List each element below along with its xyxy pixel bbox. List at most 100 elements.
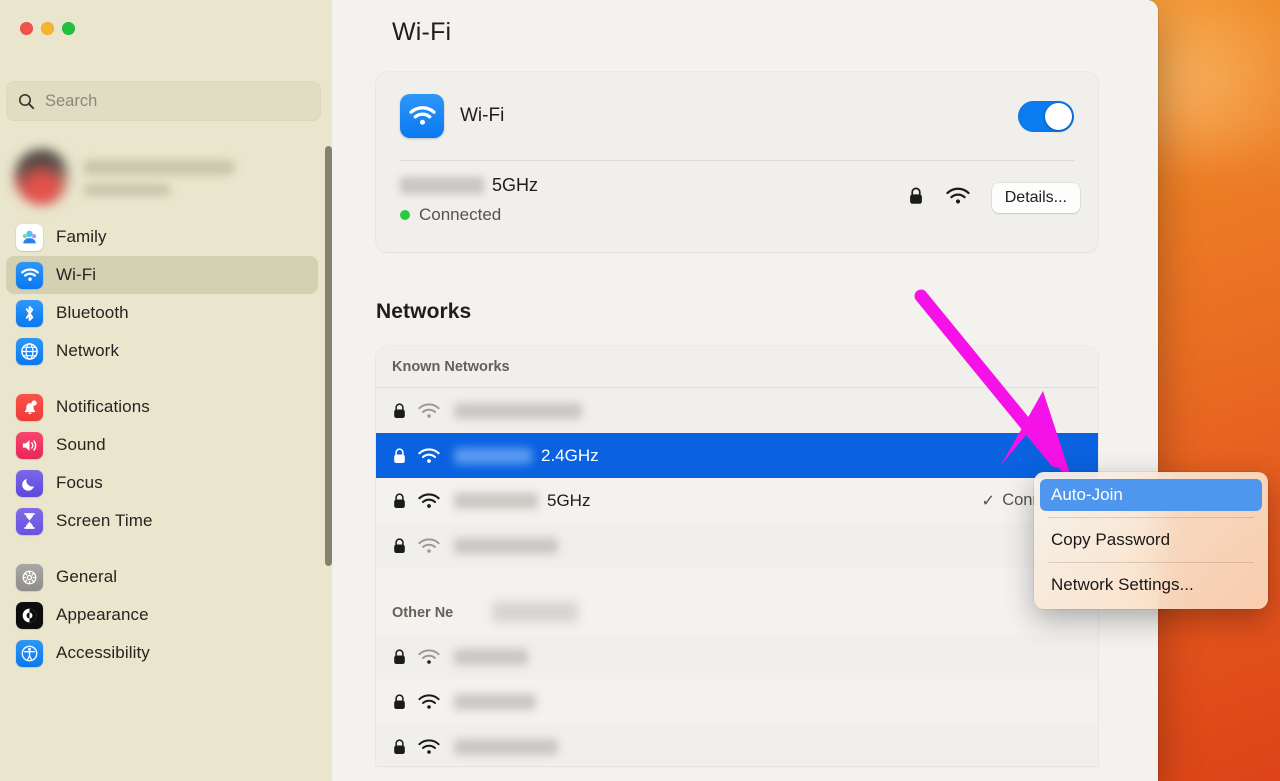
wifi-card: Wi-Fi 5GHz Connected Details... <box>376 72 1098 252</box>
wifi-signal-icon <box>418 648 454 665</box>
network-name-redacted <box>454 537 558 554</box>
speaker-icon <box>16 431 43 459</box>
wifi-icon <box>400 94 444 138</box>
sidebar-item-sound[interactable]: Sound <box>6 426 318 464</box>
lock-icon <box>392 447 418 465</box>
table-row[interactable]: 5GHz ✓ Connected <box>376 478 1098 523</box>
menu-item-network-settings[interactable]: Network Settings... <box>1040 569 1262 601</box>
bell-icon <box>16 393 43 421</box>
sidebar-nav: Family Wi-Fi Bluetooth Network Notificat… <box>6 218 318 672</box>
sidebar-item-wifi[interactable]: Wi-Fi <box>6 256 318 294</box>
check-icon: ✓ <box>981 491 996 510</box>
globe-icon <box>16 337 43 365</box>
account-name-redacted <box>84 158 234 196</box>
nav-group-divider-2 <box>6 540 318 558</box>
main-content: Wi-Fi Wi-Fi 5GHz Connected Details... Ne… <box>332 0 1158 781</box>
lock-icon <box>392 648 418 666</box>
wifi-label: Wi-Fi <box>460 105 505 126</box>
search-input[interactable] <box>45 91 309 111</box>
sidebar-item-notifications[interactable]: Notifications <box>6 388 318 426</box>
network-band: 2.4GHz <box>541 445 599 465</box>
network-name-redacted <box>454 738 558 755</box>
section-spacer <box>376 568 1098 592</box>
sidebar-item-label: Bluetooth <box>56 303 129 322</box>
avatar <box>14 149 70 205</box>
sidebar-item-label: Appearance <box>56 605 149 624</box>
sidebar-item-general[interactable]: General <box>6 558 318 596</box>
family-icon <box>16 223 43 251</box>
toggle-knob <box>1045 102 1072 130</box>
wifi-icon <box>16 261 43 289</box>
status-label: Connected <box>419 205 502 224</box>
window-controls[interactable] <box>20 22 75 35</box>
known-networks-header: Known Networks <box>376 346 1098 388</box>
table-row[interactable] <box>376 634 1098 679</box>
close-button[interactable] <box>20 22 33 35</box>
networks-heading: Networks <box>376 300 472 323</box>
sidebar-item-accessibility[interactable]: Accessibility <box>6 634 318 672</box>
wifi-signal-icon <box>418 537 454 554</box>
accessibility-icon <box>16 639 43 667</box>
sidebar-item-focus[interactable]: Focus <box>6 464 318 502</box>
menu-separator <box>1048 562 1254 563</box>
lock-icon <box>392 693 418 711</box>
wifi-signal-icon <box>418 492 454 509</box>
known-networks-label: Known Networks <box>392 358 510 375</box>
network-name-redacted <box>454 693 536 710</box>
wifi-signal-icon <box>418 402 454 419</box>
lock-icon <box>392 402 418 420</box>
lock-icon <box>392 738 418 756</box>
sidebar-item-label: General <box>56 567 118 586</box>
wifi-signal-icon <box>418 447 454 464</box>
sidebar-item-label: Sound <box>56 435 106 454</box>
menu-item-auto-join[interactable]: Auto-Join <box>1040 479 1262 511</box>
page-title: Wi-Fi <box>392 18 452 46</box>
bluetooth-icon <box>16 299 43 327</box>
sidebar-item-appearance[interactable]: Appearance <box>6 596 318 634</box>
table-row[interactable] <box>376 523 1098 568</box>
network-band: 5GHz <box>547 490 591 510</box>
details-button[interactable]: Details... <box>991 183 1080 213</box>
system-settings-window: Family Wi-Fi Bluetooth <box>0 0 1158 781</box>
wifi-toggle-switch[interactable] <box>1018 100 1074 132</box>
nav-group-divider <box>6 370 318 388</box>
table-row[interactable] <box>376 679 1098 724</box>
current-network-actions: Details... <box>908 183 1080 213</box>
sidebar-item-label: Family <box>56 227 107 246</box>
sidebar-item-label: Wi-Fi <box>56 265 97 284</box>
wifi-toggle-row: Wi-Fi <box>376 72 1098 160</box>
sidebar-item-label: Network <box>56 341 120 360</box>
network-name-redacted <box>454 402 582 419</box>
context-menu: Auto-Join Copy Password Network Settings… <box>1034 472 1268 609</box>
lock-icon <box>392 492 418 510</box>
network-name-redacted <box>454 648 528 665</box>
table-row[interactable] <box>376 724 1098 766</box>
menu-separator <box>1048 517 1254 518</box>
networks-card: Known Networks 2.4GHz 5GHz ✓ Other Ne <box>376 346 1098 766</box>
account-row[interactable] <box>14 140 294 214</box>
table-row[interactable]: 2.4GHz <box>376 433 1098 478</box>
ssid-band: 5GHz <box>492 175 539 195</box>
menu-item-copy-password[interactable]: Copy Password <box>1040 524 1262 556</box>
sidebar-item-label: Notifications <box>56 397 150 416</box>
sidebar-item-label: Screen Time <box>56 511 153 530</box>
sidebar-scrollbar[interactable] <box>325 146 332 566</box>
status-dot <box>400 210 410 220</box>
search-icon <box>18 93 35 109</box>
sidebar-item-label: Focus <box>56 473 103 492</box>
sidebar-item-bluetooth[interactable]: Bluetooth <box>6 294 318 332</box>
search-field[interactable] <box>6 81 321 121</box>
other-networks-label-redacted <box>492 601 578 623</box>
sidebar-item-screen-time[interactable]: Screen Time <box>6 502 318 540</box>
network-name-redacted <box>454 447 532 464</box>
network-name-redacted <box>454 492 538 509</box>
appearance-icon <box>16 601 43 629</box>
other-networks-header: Other Ne <box>376 592 1098 634</box>
zoom-button[interactable] <box>62 22 75 35</box>
lock-icon <box>392 537 418 555</box>
sidebar-item-network[interactable]: Network <box>6 332 318 370</box>
current-network-row: 5GHz Connected Details... <box>376 161 1098 252</box>
table-row[interactable] <box>376 388 1098 433</box>
minimize-button[interactable] <box>41 22 54 35</box>
sidebar-item-family[interactable]: Family <box>6 218 318 256</box>
